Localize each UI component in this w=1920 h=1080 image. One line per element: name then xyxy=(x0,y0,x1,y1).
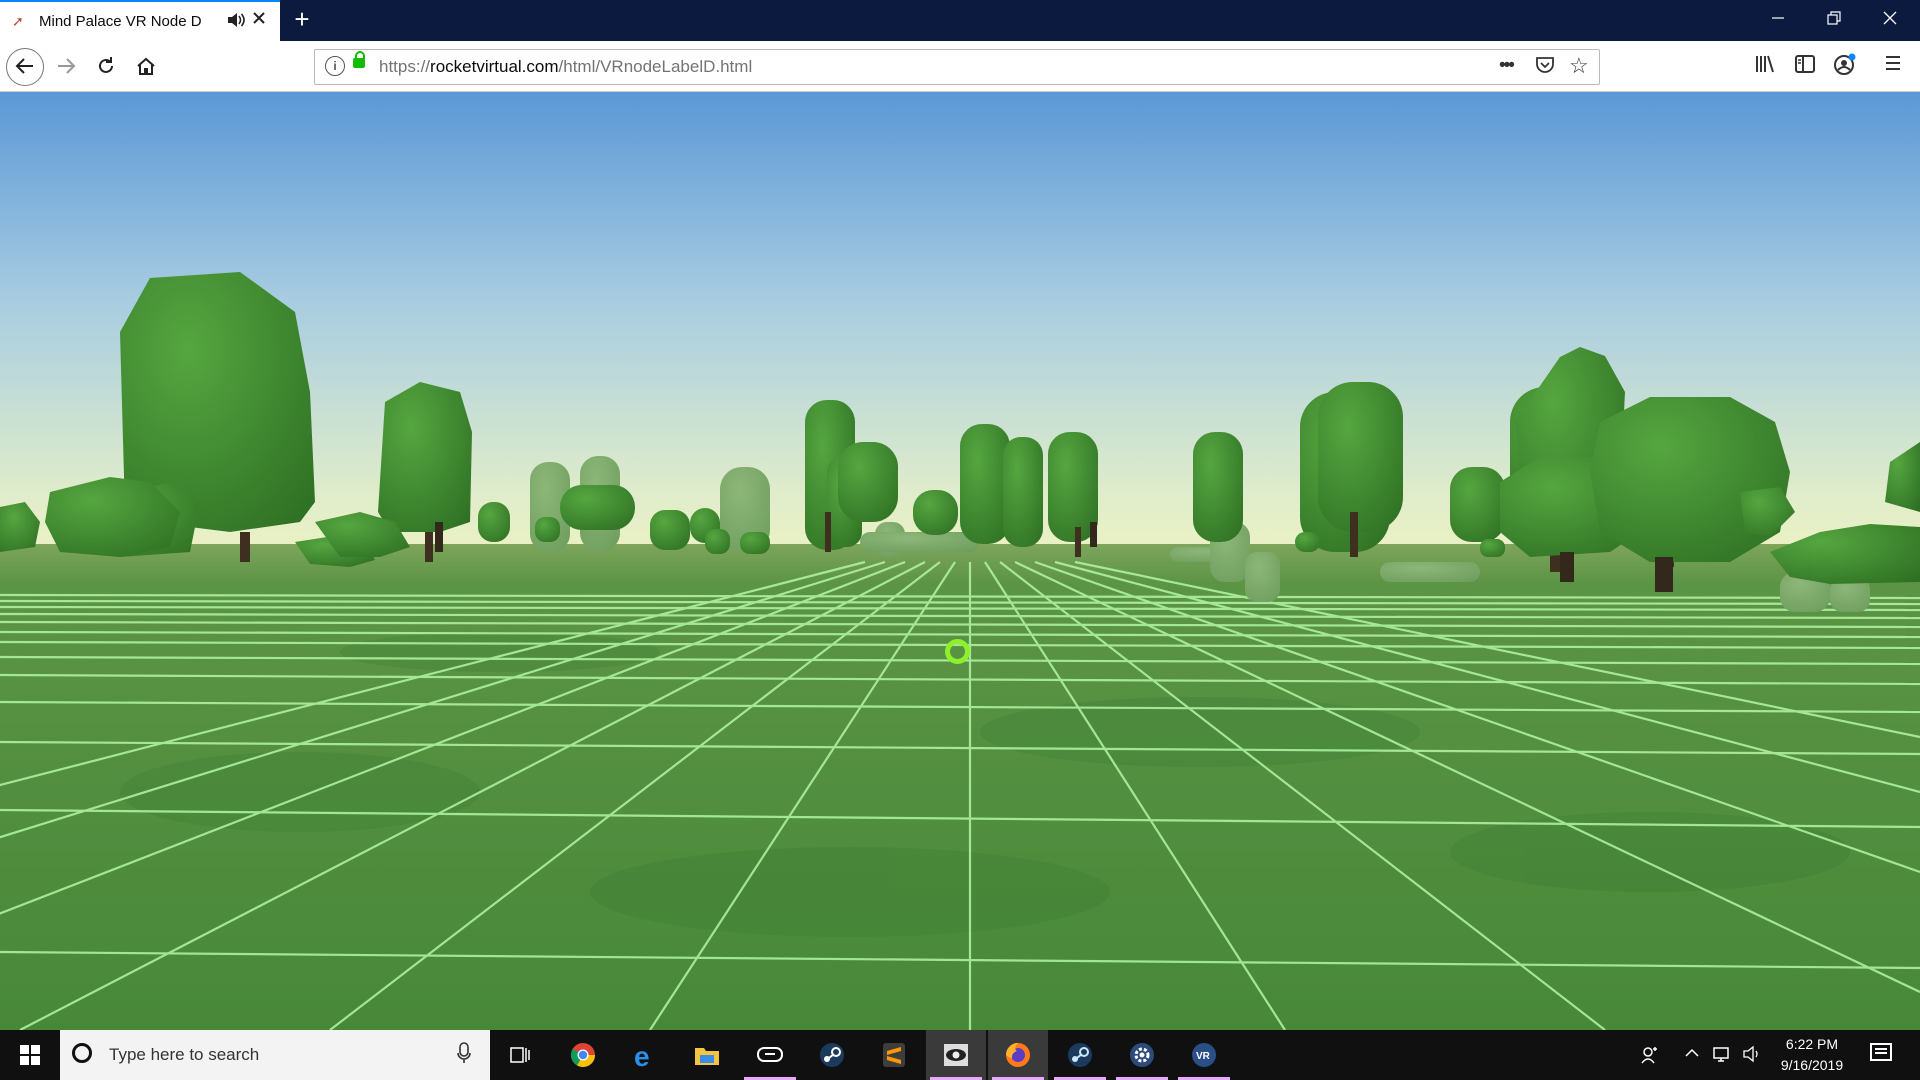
vr-app[interactable]: VR xyxy=(1174,1030,1234,1080)
windows-logo-icon xyxy=(20,1045,40,1065)
scene-graphic xyxy=(0,92,1920,1030)
notification-center-icon[interactable] xyxy=(1870,1043,1892,1061)
site-info-icon[interactable]: i xyxy=(325,56,345,76)
vr-app-icon: VR xyxy=(1192,1043,1216,1067)
svg-text:VR: VR xyxy=(1196,1051,1211,1062)
microphone-icon[interactable] xyxy=(457,1042,471,1070)
settings-app[interactable] xyxy=(1112,1030,1172,1080)
library-icon[interactable] xyxy=(1754,53,1776,81)
people-icon[interactable] xyxy=(1640,1045,1660,1070)
home-button[interactable] xyxy=(129,49,163,83)
forward-button[interactable] xyxy=(49,49,83,83)
restore-button[interactable] xyxy=(1806,0,1862,41)
chrome-app[interactable] xyxy=(553,1030,613,1080)
sublime-text-icon xyxy=(883,1043,905,1067)
reload-button[interactable] xyxy=(89,49,123,83)
eye-app-icon xyxy=(944,1044,968,1066)
start-button[interactable] xyxy=(0,1030,60,1080)
steam-vr-app[interactable] xyxy=(1050,1030,1110,1080)
chevron-up-icon[interactable] xyxy=(1684,1045,1700,1066)
window-close-button[interactable] xyxy=(1862,0,1918,41)
vr-headset-app[interactable] xyxy=(740,1030,800,1080)
steam-vr-icon xyxy=(1068,1043,1092,1067)
cortana-icon xyxy=(72,1043,92,1063)
gaze-reticle xyxy=(945,639,970,664)
firefox-icon xyxy=(1006,1043,1030,1067)
pocket-icon[interactable] xyxy=(1535,55,1555,81)
task-view-button[interactable] xyxy=(490,1030,550,1080)
edge-app[interactable]: e xyxy=(614,1030,674,1080)
vr-headset-app-icon xyxy=(757,1047,783,1062)
minimize-button[interactable] xyxy=(1750,0,1806,41)
url-bar[interactable]: i https://rocketvirtual.com/html/VRnodeL… xyxy=(314,49,1600,85)
url-text[interactable]: https://rocketvirtual.com/html/VRnodeLab… xyxy=(379,57,752,77)
chrome-icon xyxy=(570,1043,595,1068)
tab-strip: ➚ Mind Palace VR Node D + xyxy=(0,0,1920,41)
sidebar-icon[interactable] xyxy=(1794,53,1816,81)
speaker-icon[interactable] xyxy=(226,11,246,33)
svg-text:e: e xyxy=(634,1041,650,1069)
rocket-icon: ➚ xyxy=(12,13,24,29)
lock-icon[interactable] xyxy=(353,51,365,68)
vr-scene-canvas[interactable] xyxy=(0,92,1920,1030)
steam-icon xyxy=(820,1043,844,1067)
settings-gear-icon xyxy=(1130,1043,1154,1067)
eye-app[interactable] xyxy=(926,1030,986,1080)
search-placeholder: Type here to search xyxy=(109,1045,260,1064)
tab-mind-palace[interactable]: ➚ Mind Palace VR Node D xyxy=(0,0,280,41)
taskbar-search-box[interactable]: Type here to search xyxy=(60,1030,490,1080)
file-explorer-icon xyxy=(695,1048,719,1065)
menu-icon[interactable] xyxy=(1884,53,1902,79)
account-icon[interactable] xyxy=(1833,53,1857,83)
firefox-app[interactable] xyxy=(988,1030,1048,1080)
new-tab-button[interactable]: + xyxy=(288,5,316,33)
file-explorer-app[interactable] xyxy=(677,1030,737,1080)
task-view-icon xyxy=(510,1047,530,1063)
page-actions-button[interactable]: ••• xyxy=(1499,55,1515,77)
volume-icon[interactable] xyxy=(1742,1045,1762,1068)
clock-time: 6:22 PM xyxy=(1785,1036,1839,1052)
close-icon[interactable] xyxy=(251,10,267,31)
edge-icon: e xyxy=(634,1041,650,1069)
system-clock[interactable]: 6:22 PM 9/16/2019 xyxy=(1770,1034,1854,1076)
taskbar: Type here to search e VR 6:22 PM 9/16/20… xyxy=(0,1030,1920,1080)
network-icon[interactable] xyxy=(1712,1045,1732,1068)
steam-app[interactable] xyxy=(802,1030,862,1080)
tab-title: Mind Palace VR Node D xyxy=(39,13,202,30)
sublime-text-app[interactable] xyxy=(864,1030,924,1080)
clock-date: 9/16/2019 xyxy=(1780,1057,1844,1073)
bookmark-star-icon[interactable]: ☆ xyxy=(1569,53,1589,79)
back-button[interactable] xyxy=(6,48,44,86)
